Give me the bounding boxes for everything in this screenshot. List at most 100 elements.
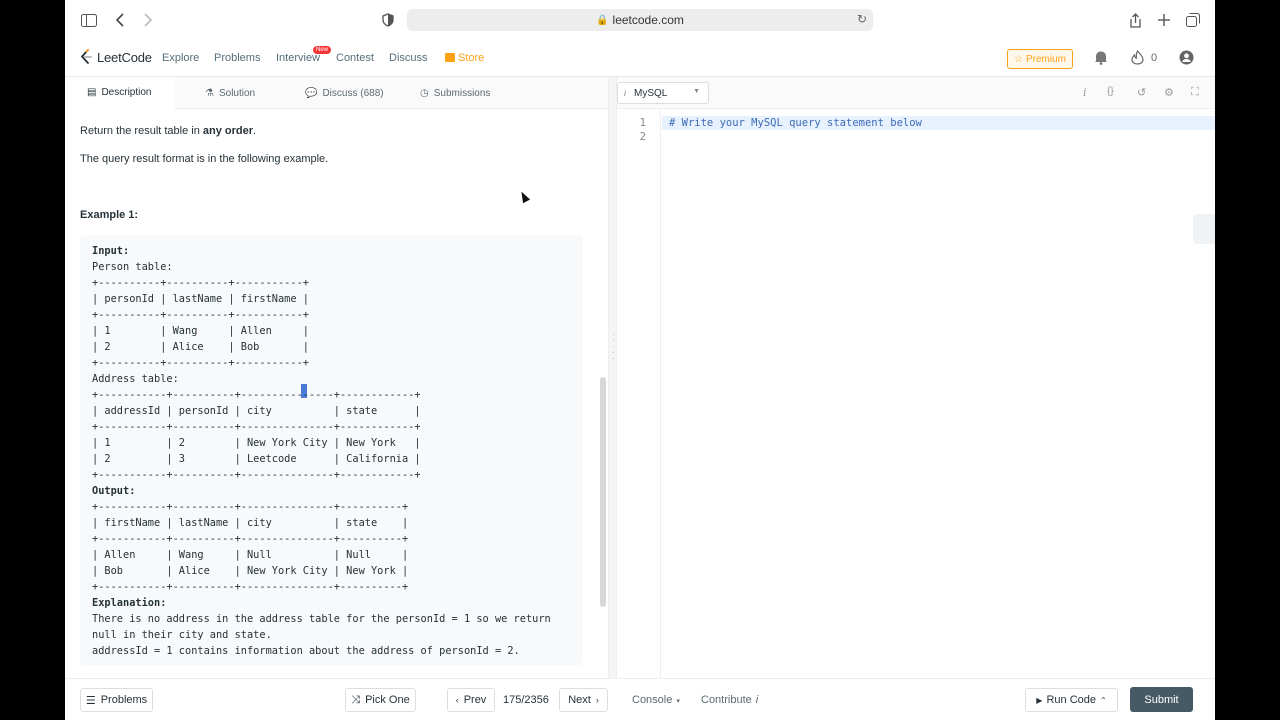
console-label: Console [632, 694, 673, 706]
nav-discuss[interactable]: Discuss [389, 52, 428, 64]
example-title: Example 1: [80, 209, 139, 221]
screen: 🔒 leetcode.com ↻ LeetCode Explore Proble… [65, 0, 1215, 720]
forward-icon[interactable] [138, 10, 158, 30]
console-toggle[interactable]: Console ▾ [632, 694, 680, 706]
example-line: addressId = 1 contains information about… [92, 645, 520, 657]
list-icon: ☰ [85, 694, 96, 707]
panel-resize-handle[interactable]: · · · · · [608, 77, 617, 678]
problems-label: Problems [100, 694, 148, 706]
problem-counter: 175/2356 [503, 694, 549, 706]
example-line: +-----------+----------+---------------+… [92, 469, 421, 481]
address-bar[interactable]: 🔒 leetcode.com ↻ [407, 9, 873, 31]
nav-explore[interactable]: Explore [162, 52, 199, 64]
run-code-button[interactable]: ▶ Run Code ⌃ [1025, 688, 1118, 712]
chevron-left-icon: ‹ [455, 695, 459, 705]
code-editor[interactable]: 1 2 # Write your MySQL query statement b… [617, 109, 1215, 678]
chat-icon: 💬 [305, 87, 318, 99]
star-icon: ☆ [1014, 53, 1023, 65]
example-line: Address table: [92, 373, 179, 385]
tab-description[interactable]: ▤ Description [65, 77, 175, 109]
example-line: +-----------+----------+---------------+… [92, 389, 421, 401]
nav-store[interactable]: Store [445, 52, 484, 64]
chevron-down-icon: ▼ [693, 88, 700, 95]
return-order-text: Return the result table in any order. [80, 125, 256, 137]
tab-discuss-label: Discuss (688) [322, 87, 384, 99]
example-line: | Allen | Wang | Null | Null | [92, 549, 409, 561]
site-navbar: LeetCode Explore Problems Interview New … [65, 40, 1215, 77]
nav-problems[interactable]: Problems [214, 52, 260, 64]
contribute-link[interactable]: Contribute i [701, 694, 758, 706]
fullscreen-icon[interactable]: ⛶ [1191, 86, 1199, 99]
example-line: Output: [92, 485, 136, 497]
pick-one-button[interactable]: ⤨ Pick One [345, 688, 416, 712]
footer-bar: ☰ Problems ⤨ Pick One ‹ Prev 175/2356 Next ›… [65, 678, 1215, 720]
leetcode-logo[interactable]: LeetCode [79, 49, 152, 65]
code-comment[interactable]: # Write your MySQL query statement below [669, 117, 922, 129]
nav-contest[interactable]: Contest [336, 52, 374, 64]
chevron-right-icon: › [595, 695, 599, 705]
bell-icon[interactable] [1094, 50, 1108, 68]
example-line: | firstName | lastName | city | state | [92, 517, 409, 529]
submit-button[interactable]: Submit [1130, 687, 1193, 712]
description-icon: ▤ [87, 87, 97, 98]
line-number: 1 [639, 117, 646, 129]
share-icon[interactable] [1125, 10, 1145, 30]
example-line: +-----------+----------+---------------+… [92, 421, 421, 433]
tab-solution-label: Solution [218, 87, 256, 99]
example-line: | 2 | Alice | Bob | [92, 341, 309, 353]
new-badge: New [313, 46, 332, 54]
lock-icon: 🔒 [596, 14, 609, 26]
info-icon: i [624, 88, 626, 98]
example-line: Input: [92, 245, 130, 257]
store-icon [445, 53, 455, 62]
url-text: leetcode.com [612, 13, 684, 27]
example-codebox: Input: Person table: +----------+---------… [80, 235, 583, 665]
tab-discuss[interactable]: 💬 Discuss (688) [305, 77, 384, 109]
premium-button[interactable]: ☆ Premium [1007, 49, 1073, 69]
tab-submissions[interactable]: ◷ Submissions [420, 77, 490, 109]
contribute-label: Contribute [701, 694, 752, 706]
pick-one-label: Pick One [365, 694, 410, 706]
side-panel-tab[interactable] [1193, 214, 1215, 244]
prev-label: Prev [463, 694, 487, 706]
premium-label: Premium [1025, 53, 1066, 65]
leetcode-logo-icon [80, 49, 92, 64]
tab-overview-icon[interactable] [1183, 10, 1203, 30]
description-scrollbar[interactable] [600, 377, 606, 607]
problems-button[interactable]: ☰ Problems [80, 688, 153, 712]
reset-icon[interactable]: ↺ [1137, 86, 1146, 99]
example-line: Person table: [92, 261, 173, 273]
chevron-up-icon: ⌃ [1100, 695, 1107, 705]
new-tab-icon[interactable] [1154, 10, 1174, 30]
info-icon[interactable]: i [1083, 86, 1087, 99]
coins-icon[interactable] [1131, 49, 1144, 68]
language-select[interactable]: i MySQL ▼ [617, 82, 709, 104]
store-label: Store [458, 52, 485, 64]
clock-icon: ◷ [420, 87, 429, 99]
tab-submissions-label: Submissions [433, 87, 491, 99]
example-line: +----------+----------+-----------+ [92, 277, 309, 289]
example-line: | 1 | Wang | Allen | [92, 325, 309, 337]
return-prefix: Return the result table in [80, 125, 203, 137]
nav-interview[interactable]: Interview [276, 52, 320, 64]
example-line: null in their city and state. [92, 629, 272, 641]
shuffle-icon: ⤨ [351, 693, 361, 706]
sidebar-toggle-icon[interactable] [79, 10, 99, 30]
next-button[interactable]: Next › [559, 688, 608, 712]
example-line: | personId | lastName | firstName | [92, 293, 309, 305]
language-label: MySQL [634, 87, 668, 99]
prev-button[interactable]: ‹ Prev [447, 688, 495, 712]
back-icon[interactable] [110, 10, 130, 30]
settings-icon[interactable]: ⚙ [1164, 86, 1174, 99]
reload-icon[interactable]: ↻ [857, 12, 867, 26]
avatar-icon[interactable] [1179, 50, 1194, 68]
chevron-down-icon: ▾ [676, 698, 680, 705]
example-line: | addressId | personId | city | state | [92, 405, 421, 417]
flask-icon: ⚗ [205, 87, 214, 99]
tab-description-label: Description [101, 87, 152, 98]
braces-icon[interactable]: {} [1107, 86, 1114, 97]
return-suffix: . [253, 125, 257, 137]
privacy-shield-icon[interactable] [378, 10, 398, 30]
example-line: There is no address in the address table… [92, 613, 551, 625]
tab-solution[interactable]: ⚗ Solution [205, 77, 255, 109]
